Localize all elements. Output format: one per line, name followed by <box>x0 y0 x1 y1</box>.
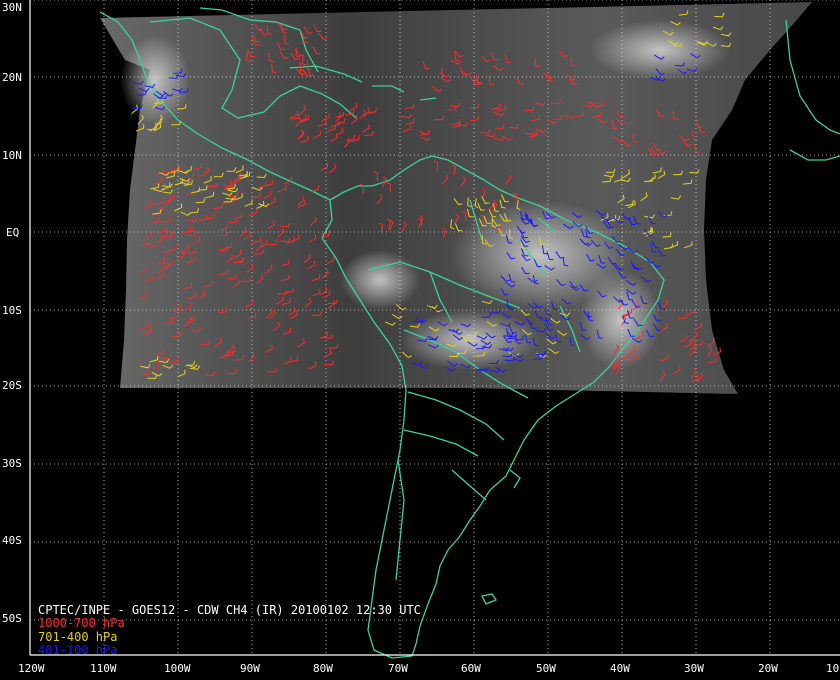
lat-label: 10S <box>2 304 22 317</box>
lat-label: 10N <box>2 149 22 162</box>
lat-label: 50S <box>2 612 22 625</box>
lat-label: 40S <box>2 534 22 547</box>
legend-mid-level: 701-400 hPa <box>38 630 118 644</box>
lon-label: 60W <box>461 662 481 675</box>
legend-low-level: 1000-700 hPa <box>38 616 125 630</box>
lon-label: 10 <box>826 662 839 675</box>
lon-label: 120W <box>18 662 45 675</box>
lon-label: 110W <box>90 662 117 675</box>
lon-label: 90W <box>240 662 260 675</box>
lat-label: 20N <box>2 71 22 84</box>
latitude-labels: 30N 20N 10N EQ 10S 20S 30S 40S 50S <box>2 1 22 625</box>
lon-label: 50W <box>536 662 556 675</box>
lon-label: 80W <box>313 662 333 675</box>
lon-label: 70W <box>388 662 408 675</box>
lon-label: 30W <box>684 662 704 675</box>
lat-label: EQ <box>6 226 19 239</box>
lon-label: 20W <box>758 662 778 675</box>
lon-label: 40W <box>610 662 630 675</box>
map-title: CPTEC/INPE - GOES12 - CDW CH4 (IR) 20100… <box>38 603 421 617</box>
longitude-labels: 120W 110W 100W 90W 80W 70W 60W 50W 40W 3… <box>18 662 839 675</box>
wind-map: 30N 20N 10N EQ 10S 20S 30S 40S 50S 120W … <box>2 0 840 675</box>
legend-high-level: 401-100 hPa <box>38 643 118 657</box>
lat-label: 30S <box>2 457 22 470</box>
lon-label: 100W <box>164 662 191 675</box>
lat-label: 30N <box>2 1 22 14</box>
lat-label: 20S <box>2 379 22 392</box>
